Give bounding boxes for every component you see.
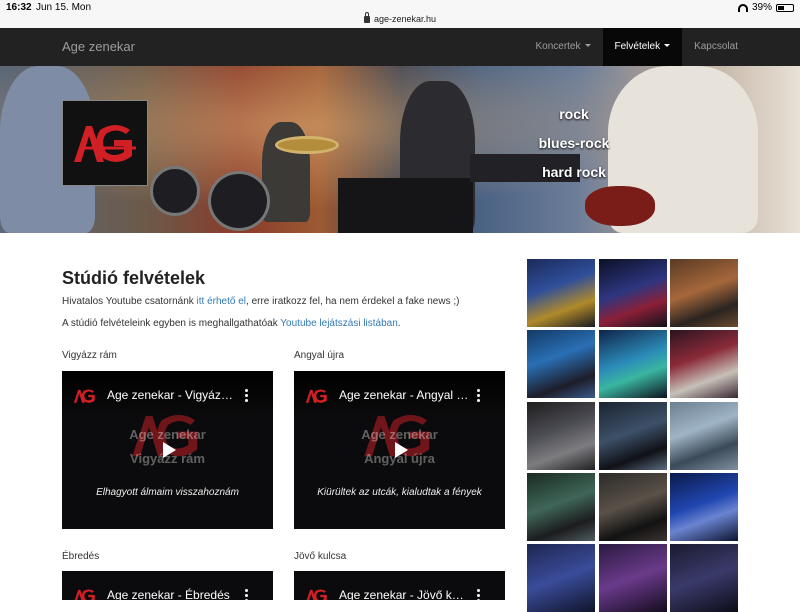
more-options-icon[interactable]: [477, 389, 481, 404]
gallery-thumbnail[interactable]: [670, 259, 738, 327]
youtube-playlist-link[interactable]: Youtube lejátszási listában: [280, 318, 398, 329]
channel-avatar[interactable]: [304, 587, 330, 600]
hero-banner: rock blues-rock hard rock: [0, 66, 800, 233]
video-title[interactable]: Age zenekar - Jövő kulcsa: [339, 588, 469, 600]
video-title[interactable]: Age zenekar - Ébredés: [107, 588, 237, 600]
gallery-thumbnail[interactable]: [527, 473, 595, 541]
wifi-icon: [737, 3, 748, 12]
battery-percent: 39%: [751, 2, 772, 13]
battery-icon: [776, 3, 794, 12]
youtube-channel-paragraph: Hivatalos Youtube csatornánk itt érhető …: [62, 296, 459, 307]
genre-tag: hard rock: [542, 164, 606, 180]
play-icon[interactable]: [384, 434, 416, 466]
drum-photo: [150, 166, 200, 216]
gallery-thumbnail[interactable]: [599, 473, 667, 541]
channel-avatar[interactable]: [72, 387, 98, 410]
page-title: Stúdió felvételek: [62, 268, 206, 288]
nav-item-label: Kapcsolat: [694, 41, 738, 52]
youtube-video-embed[interactable]: Age zenekar Angyal újra Age zenekar - An…: [294, 371, 505, 529]
nav-item-label: Felvételek: [614, 41, 661, 52]
gallery-thumbnail[interactable]: [670, 402, 738, 470]
nav-menu: Koncertek Felvételek Kapcsolat: [523, 28, 750, 66]
gallery-thumbnail[interactable]: [527, 402, 595, 470]
gallery-thumbnail[interactable]: [599, 544, 667, 612]
age-logo-icon: [74, 125, 136, 162]
address-bar[interactable]: age-zenekar.hu: [0, 12, 800, 24]
gallery-thumbnail[interactable]: [670, 473, 738, 541]
video-caption: Elhagyott álmaim visszahoznám: [96, 487, 239, 498]
paragraph-text: , erre iratkozz fel, ha nem érdekel a fa…: [246, 296, 460, 307]
gallery-thumbnail[interactable]: [599, 330, 667, 398]
gallery-thumbnail[interactable]: [599, 402, 667, 470]
youtube-channel-link[interactable]: itt érhető el: [197, 296, 246, 307]
youtube-video-embed[interactable]: Age zenekar - Ébredés: [62, 571, 273, 600]
channel-avatar[interactable]: [72, 587, 98, 600]
genre-tag: rock: [559, 106, 589, 122]
genre-tags: rock blues-rock hard rock: [520, 106, 628, 193]
nav-item-label: Koncertek: [535, 41, 581, 52]
paragraph-text: .: [397, 318, 401, 329]
youtube-video-embed[interactable]: Age zenekar Vigyázz rám Age zenekar - Vi…: [62, 371, 273, 529]
amplifier-photo: [338, 178, 473, 233]
top-navbar: Age zenekar Koncertek Felvételek Kapcsol…: [0, 28, 800, 66]
gallery-thumbnail[interactable]: [527, 259, 595, 327]
video-title[interactable]: Age zenekar - Vigyázz rám: [107, 388, 237, 402]
channel-avatar[interactable]: [304, 387, 330, 410]
gallery-thumbnail[interactable]: [599, 259, 667, 327]
paragraph-text: Hivatalos Youtube csatornánk: [62, 296, 197, 307]
gallery-thumbnail[interactable]: [670, 330, 738, 398]
caret-down-icon: [584, 44, 591, 47]
nav-item-kapcsolat[interactable]: Kapcsolat: [682, 28, 750, 66]
caret-down-icon: [664, 44, 671, 47]
gallery-thumbnail[interactable]: [527, 330, 595, 398]
lock-icon: [363, 12, 370, 23]
status-bar: 16:32 Jun 15. Mon 39% age-zenekar.hu: [0, 0, 800, 28]
playlist-paragraph: A stúdió felvételeink egyben is meghallg…: [62, 318, 401, 329]
video-label: Vigyázz rám: [62, 350, 117, 361]
play-icon[interactable]: [152, 434, 184, 466]
video-caption: Kiürültek az utcák, kialudtak a fények: [317, 487, 482, 498]
cymbal-photo: [275, 136, 339, 154]
more-options-icon[interactable]: [245, 389, 249, 404]
status-date: Jun 15. Mon: [36, 2, 92, 13]
genre-tag: blues-rock: [538, 135, 610, 151]
band-logo: [62, 100, 148, 186]
video-title[interactable]: Age zenekar - Angyal újra: [339, 388, 469, 402]
video-label: Angyal újra: [294, 350, 345, 361]
paragraph-text: A stúdió felvételeink egyben is meghallg…: [62, 318, 281, 329]
url-text: age-zenekar.hu: [373, 14, 437, 24]
video-label: Jövő kulcsa: [294, 551, 347, 562]
nav-item-felvetelek[interactable]: Felvételek: [602, 28, 683, 66]
brand-link[interactable]: Age zenekar: [62, 39, 135, 54]
gallery-thumbnail[interactable]: [527, 544, 595, 612]
status-indicators: 39%: [737, 2, 794, 13]
drum-photo: [208, 171, 270, 231]
more-options-icon[interactable]: [477, 589, 481, 600]
gallery-thumbnail[interactable]: [670, 544, 738, 612]
status-time: 16:32: [6, 2, 32, 13]
youtube-video-embed[interactable]: Age zenekar - Jövő kulcsa: [294, 571, 505, 600]
nav-item-koncertek[interactable]: Koncertek: [523, 28, 602, 66]
video-label: Ébredés: [62, 551, 100, 562]
more-options-icon[interactable]: [245, 589, 249, 600]
